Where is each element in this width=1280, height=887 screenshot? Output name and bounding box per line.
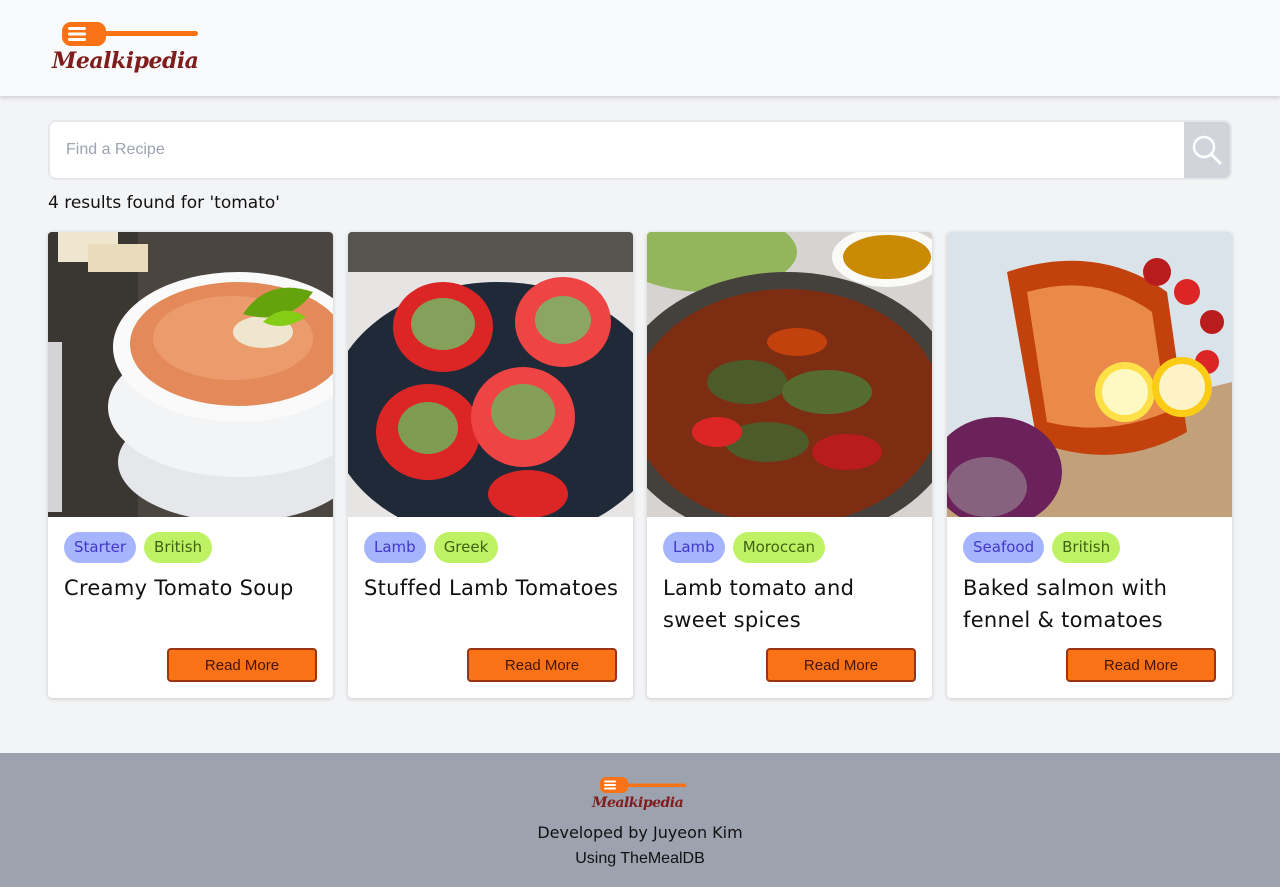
logo-text: Mealkipedia xyxy=(52,48,199,74)
read-more-button[interactable]: Read More xyxy=(167,648,317,682)
area-tag[interactable]: British xyxy=(144,532,213,563)
recipe-tags: Seafood British xyxy=(963,532,1121,563)
data-source-credit: Using TheMealDB xyxy=(575,850,705,867)
category-tag[interactable]: Lamb xyxy=(663,532,725,563)
recipe-title: Lamb tomato and sweet spices xyxy=(663,576,855,632)
category-tag[interactable]: Seafood xyxy=(963,532,1045,563)
spatula-icon xyxy=(62,22,198,46)
recipe-image[interactable] xyxy=(48,232,333,517)
area-tag[interactable]: Moroccan xyxy=(732,532,826,563)
footer-logo-text: Mealkipedia xyxy=(592,795,684,811)
recipe-card: Lamb Moroccan Lamb tomato and sweet spic… xyxy=(647,232,932,698)
developer-credit: Developed by Juyeon Kim xyxy=(537,823,743,842)
recipe-tags: Starter British xyxy=(64,532,213,563)
recipe-card: Lamb Greek Stuffed Lamb Tomatoes Read Mo… xyxy=(348,232,633,698)
area-tag[interactable]: British xyxy=(1052,532,1121,563)
recipe-title: Baked salmon with fennel & tomatoes xyxy=(963,576,1168,632)
footer-logo[interactable]: Mealkipedia xyxy=(592,775,690,811)
recipe-image[interactable] xyxy=(348,232,633,517)
recipe-image[interactable] xyxy=(647,232,932,517)
recipe-title: Stuffed Lamb Tomatoes xyxy=(364,576,619,600)
site-header: Mealkipedia xyxy=(0,0,1280,96)
category-tag[interactable]: Starter xyxy=(64,532,137,563)
recipe-tags: Lamb Greek xyxy=(364,532,499,563)
area-tag[interactable]: Greek xyxy=(433,532,499,563)
spatula-icon xyxy=(600,777,686,793)
search-button[interactable] xyxy=(1184,122,1230,178)
recipe-card: Starter British Creamy Tomato Soup Read … xyxy=(48,232,333,698)
site-footer: Mealkipedia Developed by Juyeon Kim Usin… xyxy=(0,753,1280,887)
read-more-button[interactable]: Read More xyxy=(766,648,916,682)
read-more-button[interactable]: Read More xyxy=(467,648,617,682)
category-tag[interactable]: Lamb xyxy=(364,532,426,563)
search-bar xyxy=(48,120,1232,180)
recipe-title: Creamy Tomato Soup xyxy=(64,576,294,600)
recipe-image[interactable] xyxy=(947,232,1232,517)
search-input[interactable] xyxy=(50,122,1186,178)
recipe-tags: Lamb Moroccan xyxy=(663,532,826,563)
recipe-card: Seafood British Baked salmon with fennel… xyxy=(947,232,1232,698)
read-more-button[interactable]: Read More xyxy=(1066,648,1216,682)
search-icon xyxy=(1192,135,1222,165)
mealkipedia-logo[interactable]: Mealkipedia xyxy=(52,18,206,74)
results-summary: 4 results found for 'tomato' xyxy=(48,193,280,213)
